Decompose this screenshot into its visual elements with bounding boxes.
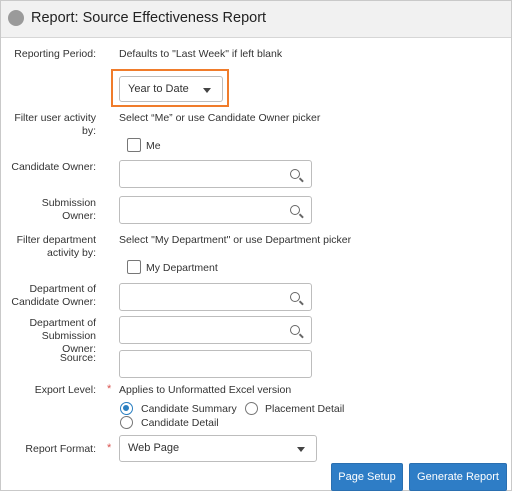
submission-owner-picker[interactable] — [119, 196, 312, 224]
reporting-period-select[interactable]: Year to Date — [119, 76, 223, 102]
department-candidate-owner-label-line2: Candidate Owner: — [11, 296, 96, 308]
dialog-header: Report: Source Effectiveness Report — [1, 1, 511, 38]
search-icon[interactable] — [290, 169, 300, 179]
filter-user-label: Filter user activity by: — [9, 112, 96, 138]
my-department-checkbox[interactable] — [127, 260, 141, 274]
reporting-period-value: Year to Date — [128, 83, 189, 95]
candidate-detail-radio-label[interactable]: Candidate Detail — [141, 417, 219, 429]
filter-department-label-line1: Filter department — [16, 234, 96, 246]
generate-report-button[interactable]: Generate Report — [409, 463, 507, 491]
export-level-required-mark: * — [107, 383, 112, 395]
department-submission-owner-picker[interactable] — [119, 316, 312, 344]
filter-user-hint: Select “Me” or use Candidate Owner picke… — [119, 112, 321, 124]
me-checkbox[interactable] — [127, 138, 141, 152]
department-candidate-owner-label: Department of Candidate Owner: — [9, 283, 96, 309]
search-icon[interactable] — [290, 292, 300, 302]
filter-department-label: Filter department activity by: — [9, 234, 96, 260]
page-setup-button[interactable]: Page Setup — [331, 463, 403, 491]
report-format-value: Web Page — [128, 442, 180, 454]
filter-department-label-line2: activity by: — [46, 247, 96, 259]
search-icon[interactable] — [290, 325, 300, 335]
source-label: Source: — [59, 352, 96, 364]
source-input[interactable] — [119, 350, 312, 378]
search-icon[interactable] — [290, 205, 300, 215]
report-format-required-mark: * — [107, 442, 112, 454]
export-level-hint: Applies to Unformatted Excel version — [119, 384, 292, 396]
submission-owner-label: Submission Owner: — [41, 197, 96, 222]
placement-detail-radio-label[interactable]: Placement Detail — [265, 403, 344, 415]
candidate-owner-label: Candidate Owner: — [11, 161, 96, 173]
filter-user-label-line2: by: — [81, 125, 96, 137]
department-submission-owner-label-line1: Department of — [29, 317, 96, 329]
filter-department-hint: Select "My Department" or use Department… — [119, 234, 352, 246]
placement-detail-radio[interactable] — [245, 402, 258, 415]
filter-user-label-line1: Filter user activity — [14, 112, 96, 124]
department-candidate-owner-picker[interactable] — [119, 283, 312, 311]
candidate-owner-picker[interactable] — [119, 160, 312, 188]
me-checkbox-label[interactable]: Me — [146, 140, 161, 152]
report-format-select[interactable]: Web Page — [119, 435, 317, 462]
chevron-down-icon — [297, 447, 305, 452]
candidate-summary-radio-label[interactable]: Candidate Summary — [141, 403, 237, 415]
export-level-label: Export Level: — [34, 384, 96, 396]
my-department-checkbox-label[interactable]: My Department — [146, 262, 218, 274]
reporting-period-label: Reporting Period: — [14, 48, 96, 60]
chevron-down-icon — [203, 88, 211, 93]
department-submission-owner-label: Department of Submission Owner: — [5, 317, 96, 356]
candidate-summary-radio[interactable] — [120, 402, 133, 415]
reporting-period-hint: Defaults to "Last Week" if left blank — [119, 48, 283, 60]
page-title: Report: Source Effectiveness Report — [31, 10, 267, 26]
report-status-icon — [8, 10, 24, 26]
report-format-label: Report Format: — [25, 443, 96, 455]
department-candidate-owner-label-line1: Department of — [29, 283, 96, 295]
report-dialog: Report: Source Effectiveness Report Repo… — [0, 0, 512, 491]
candidate-detail-radio[interactable] — [120, 416, 133, 429]
